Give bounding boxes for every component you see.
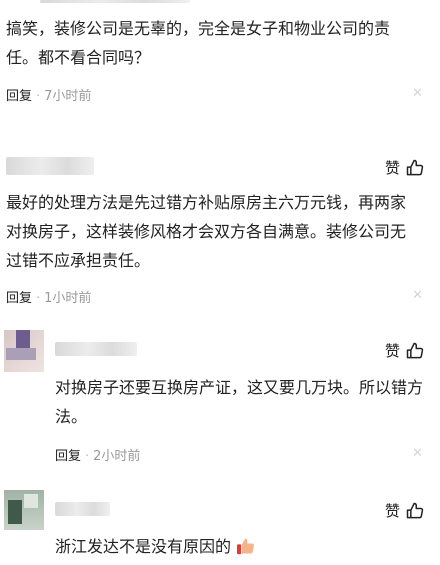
like-button[interactable]: 赞 (385, 340, 425, 361)
reply-text: 浙江发达不是没有原因的 (55, 532, 355, 561)
username-blurred (55, 342, 137, 356)
like-label: 赞 (385, 342, 401, 360)
reply-button[interactable]: 回复 (6, 89, 32, 104)
comment-text: 搞笑，装修公司是无辜的，完全是女子和物业公司的责任。都不看合同吗？ (6, 19, 391, 67)
comment-time: 1小时前 (44, 291, 92, 306)
reply-text-content: 浙江发达不是没有原因的 (55, 537, 232, 556)
thumbs-up-icon (406, 159, 424, 175)
avatar[interactable] (4, 490, 44, 530)
close-icon[interactable]: ✕ (412, 446, 423, 461)
comment-meta: 回复 · 7小时前 (6, 85, 91, 104)
comment-meta: 回复 · 1小时前 (6, 287, 91, 306)
meta-separator: · (36, 291, 41, 306)
close-icon[interactable]: ✕ (412, 86, 423, 101)
meta-separator: · (85, 449, 90, 464)
comment-time: 7小时前 (44, 89, 92, 104)
avatar[interactable] (4, 330, 44, 372)
username-blurred (6, 157, 94, 175)
close-icon[interactable]: ✕ (412, 288, 423, 303)
like-button[interactable]: 赞 (385, 157, 425, 178)
username-blurred (55, 502, 110, 516)
reply-button[interactable]: 回复 (55, 449, 81, 464)
reply-time: 2小时前 (93, 449, 141, 464)
reply-button[interactable]: 回复 (6, 291, 32, 306)
reply-text: 对换房子还要互换房产证，这又要几万块。所以错方法。 (55, 378, 424, 426)
meta-separator: · (36, 89, 41, 104)
thumbs-up-emoji-icon (237, 538, 254, 555)
like-button[interactable]: 赞 (385, 500, 425, 521)
reply-meta: 回复 · 2小时前 (55, 445, 140, 464)
like-label: 赞 (385, 502, 401, 520)
partial-header (40, 0, 190, 3)
thumbs-up-icon (406, 342, 424, 358)
comment-text: 最好的处理方法是先过错方补贴原房主六万元钱，再两家对换房子，这样装修风格才会双方… (6, 193, 407, 270)
thumbs-up-icon (406, 502, 424, 518)
like-label: 赞 (385, 159, 401, 177)
